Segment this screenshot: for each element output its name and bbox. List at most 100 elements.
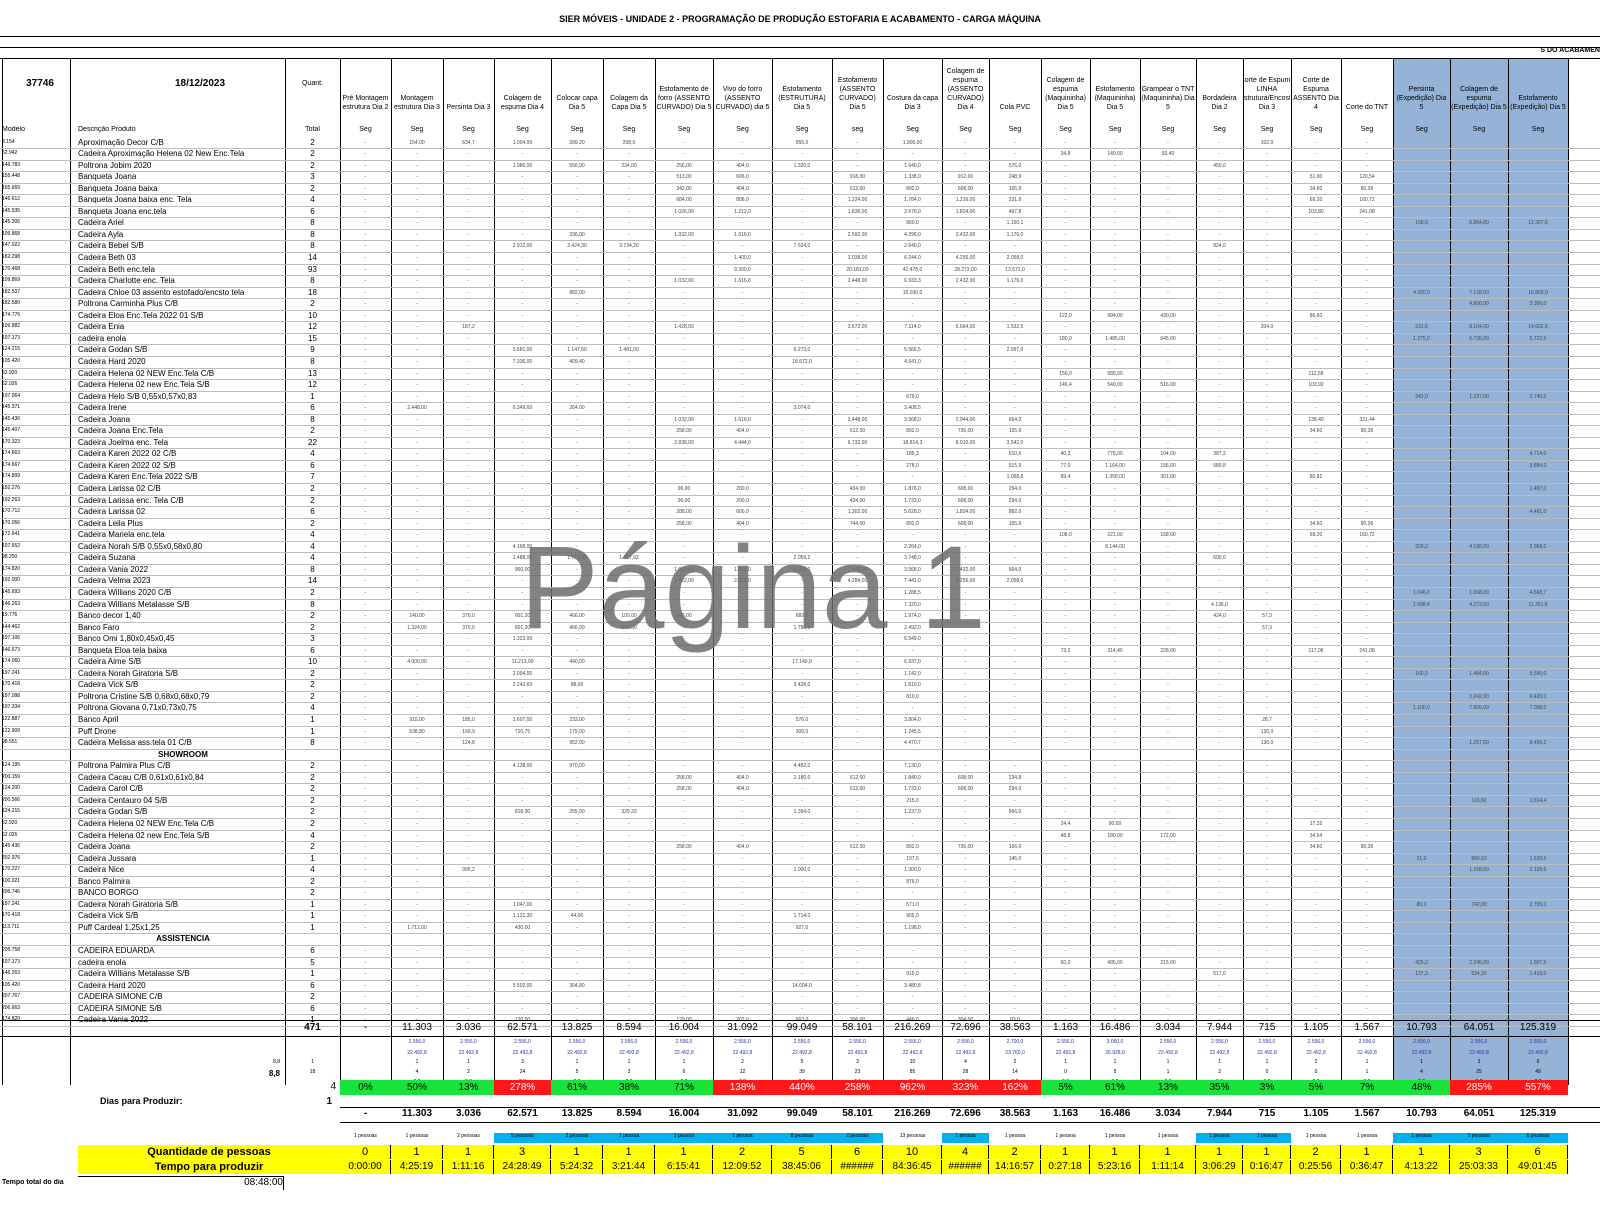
process-seconds: 166,0	[1008, 844, 1022, 851]
process-seconds: -	[1114, 855, 1116, 862]
process-seconds: -	[1366, 878, 1368, 885]
people-calc	[340, 1069, 391, 1079]
process-seconds: -	[1366, 705, 1368, 712]
capacity-value: 2.556,0	[904, 1039, 921, 1045]
column-header: Colagem de espuma Dia 4	[500, 95, 545, 111]
process-seconds: -	[964, 878, 967, 885]
process-seconds: 5.502,00	[512, 982, 533, 989]
people-calc: 39	[799, 1069, 805, 1075]
process-seconds: -	[1315, 358, 1317, 365]
process-seconds: -	[683, 948, 685, 954]
process-seconds: -	[467, 1005, 470, 1012]
process-seconds: -	[683, 913, 685, 920]
process-seconds: -	[467, 416, 470, 423]
process-seconds: 666,0	[1008, 809, 1022, 816]
process-seconds: -	[364, 405, 367, 412]
process-seconds: -	[964, 890, 967, 897]
process-seconds	[1508, 313, 1568, 325]
process-seconds	[1508, 371, 1568, 383]
process-seconds: -	[1114, 185, 1116, 192]
product-description: Banco Omi 1,80x0,45x0,45	[78, 634, 175, 644]
process-seconds: -	[1266, 197, 1268, 204]
process-seconds: -	[576, 439, 578, 446]
process-seconds: -	[1266, 174, 1268, 181]
model-code: 192.276	[2, 485, 21, 491]
process-seconds: -	[1064, 208, 1067, 215]
process-seconds: -	[1167, 231, 1169, 238]
process-seconds: -	[1366, 809, 1368, 816]
product-description: Cadeira Willians 2020 C/B	[78, 587, 172, 597]
process-seconds: 41.478,0	[902, 266, 923, 273]
process-seconds: -	[364, 474, 367, 481]
process-seconds: -	[1167, 208, 1169, 215]
process-seconds: -	[801, 266, 803, 273]
process-seconds: -	[1064, 324, 1067, 331]
process-seconds: -	[1114, 301, 1116, 308]
process-seconds: -	[856, 220, 859, 227]
product-description: Cadeira Larissa 02	[78, 507, 146, 517]
process-seconds: -	[416, 439, 418, 446]
process-seconds: -	[364, 867, 367, 874]
process-seconds: 608,00	[957, 185, 974, 192]
product-quantity: 2	[310, 587, 315, 597]
process-seconds	[1450, 463, 1508, 475]
process-seconds: 994,00	[1107, 312, 1123, 319]
process-seconds: -	[1315, 913, 1317, 920]
people-calc: 1	[415, 1059, 419, 1065]
process-seconds: -	[801, 971, 803, 978]
process-seconds: -	[1064, 197, 1067, 204]
process-seconds: -	[1366, 901, 1368, 908]
process-seconds: -	[1266, 185, 1268, 192]
product-quantity: 2	[310, 691, 315, 701]
process-seconds: -	[1114, 289, 1116, 296]
production-time: 0:27:18	[1041, 1160, 1090, 1174]
process-seconds: -	[576, 509, 578, 516]
process-seconds: -	[364, 763, 367, 770]
load-percent: 138%	[713, 1080, 772, 1095]
process-seconds: 612,00	[849, 844, 866, 851]
process-seconds: -	[1315, 994, 1317, 1001]
product-description: Cadeira Carol C/B	[78, 784, 143, 794]
process-seconds: -	[1218, 520, 1221, 527]
process-seconds: -	[856, 347, 859, 354]
process-seconds: -	[364, 774, 367, 781]
product-description: Cadeira Beth 03	[78, 253, 136, 262]
process-seconds: -	[1366, 959, 1368, 966]
process-seconds	[1393, 567, 1450, 579]
process-seconds: 69,20	[1309, 532, 1323, 539]
product-description: Cadeira Joelma enc. Tela	[78, 437, 169, 447]
process-seconds	[1450, 498, 1508, 510]
process-seconds: -	[1064, 809, 1067, 816]
people-label: 5 pessoas	[494, 1133, 551, 1143]
process-seconds: -	[683, 289, 685, 296]
process-seconds: 1.419,0	[1529, 971, 1547, 978]
process-seconds: -	[1114, 705, 1116, 712]
process-seconds	[1450, 232, 1508, 244]
people-calc: 6	[682, 1069, 686, 1075]
column-total-2: 62.571	[507, 1108, 538, 1119]
process-seconds: -	[1366, 555, 1368, 562]
process-seconds: -	[1167, 566, 1169, 573]
process-seconds: -	[1218, 844, 1221, 851]
process-seconds: 4.296,0	[904, 231, 921, 238]
column-total: 715	[1258, 1022, 1276, 1033]
process-seconds: 1.338,0	[904, 174, 921, 181]
process-seconds: -	[467, 878, 470, 885]
process-seconds: 304,80	[569, 982, 585, 989]
process-seconds: -	[1114, 486, 1116, 492]
column-header: Colagem de espuma (ASSENTO CURVADO) Dia …	[946, 68, 985, 111]
people-label: 1 pessoa	[1196, 1133, 1243, 1143]
process-seconds: -	[364, 370, 367, 377]
process-seconds: 1.032,00	[674, 231, 694, 238]
process-seconds: -	[1315, 335, 1317, 342]
process-seconds: 4.668,7	[1529, 589, 1547, 596]
process-seconds: -	[628, 705, 630, 712]
process-seconds: -	[1014, 820, 1016, 827]
process-seconds: -	[416, 162, 418, 169]
people-calc: 10	[909, 1059, 916, 1065]
process-seconds: 495,00	[1107, 959, 1123, 966]
process-seconds: -	[856, 878, 859, 885]
process-seconds: -	[683, 370, 685, 377]
process-seconds	[1508, 555, 1568, 567]
process-seconds: -	[1064, 439, 1067, 446]
